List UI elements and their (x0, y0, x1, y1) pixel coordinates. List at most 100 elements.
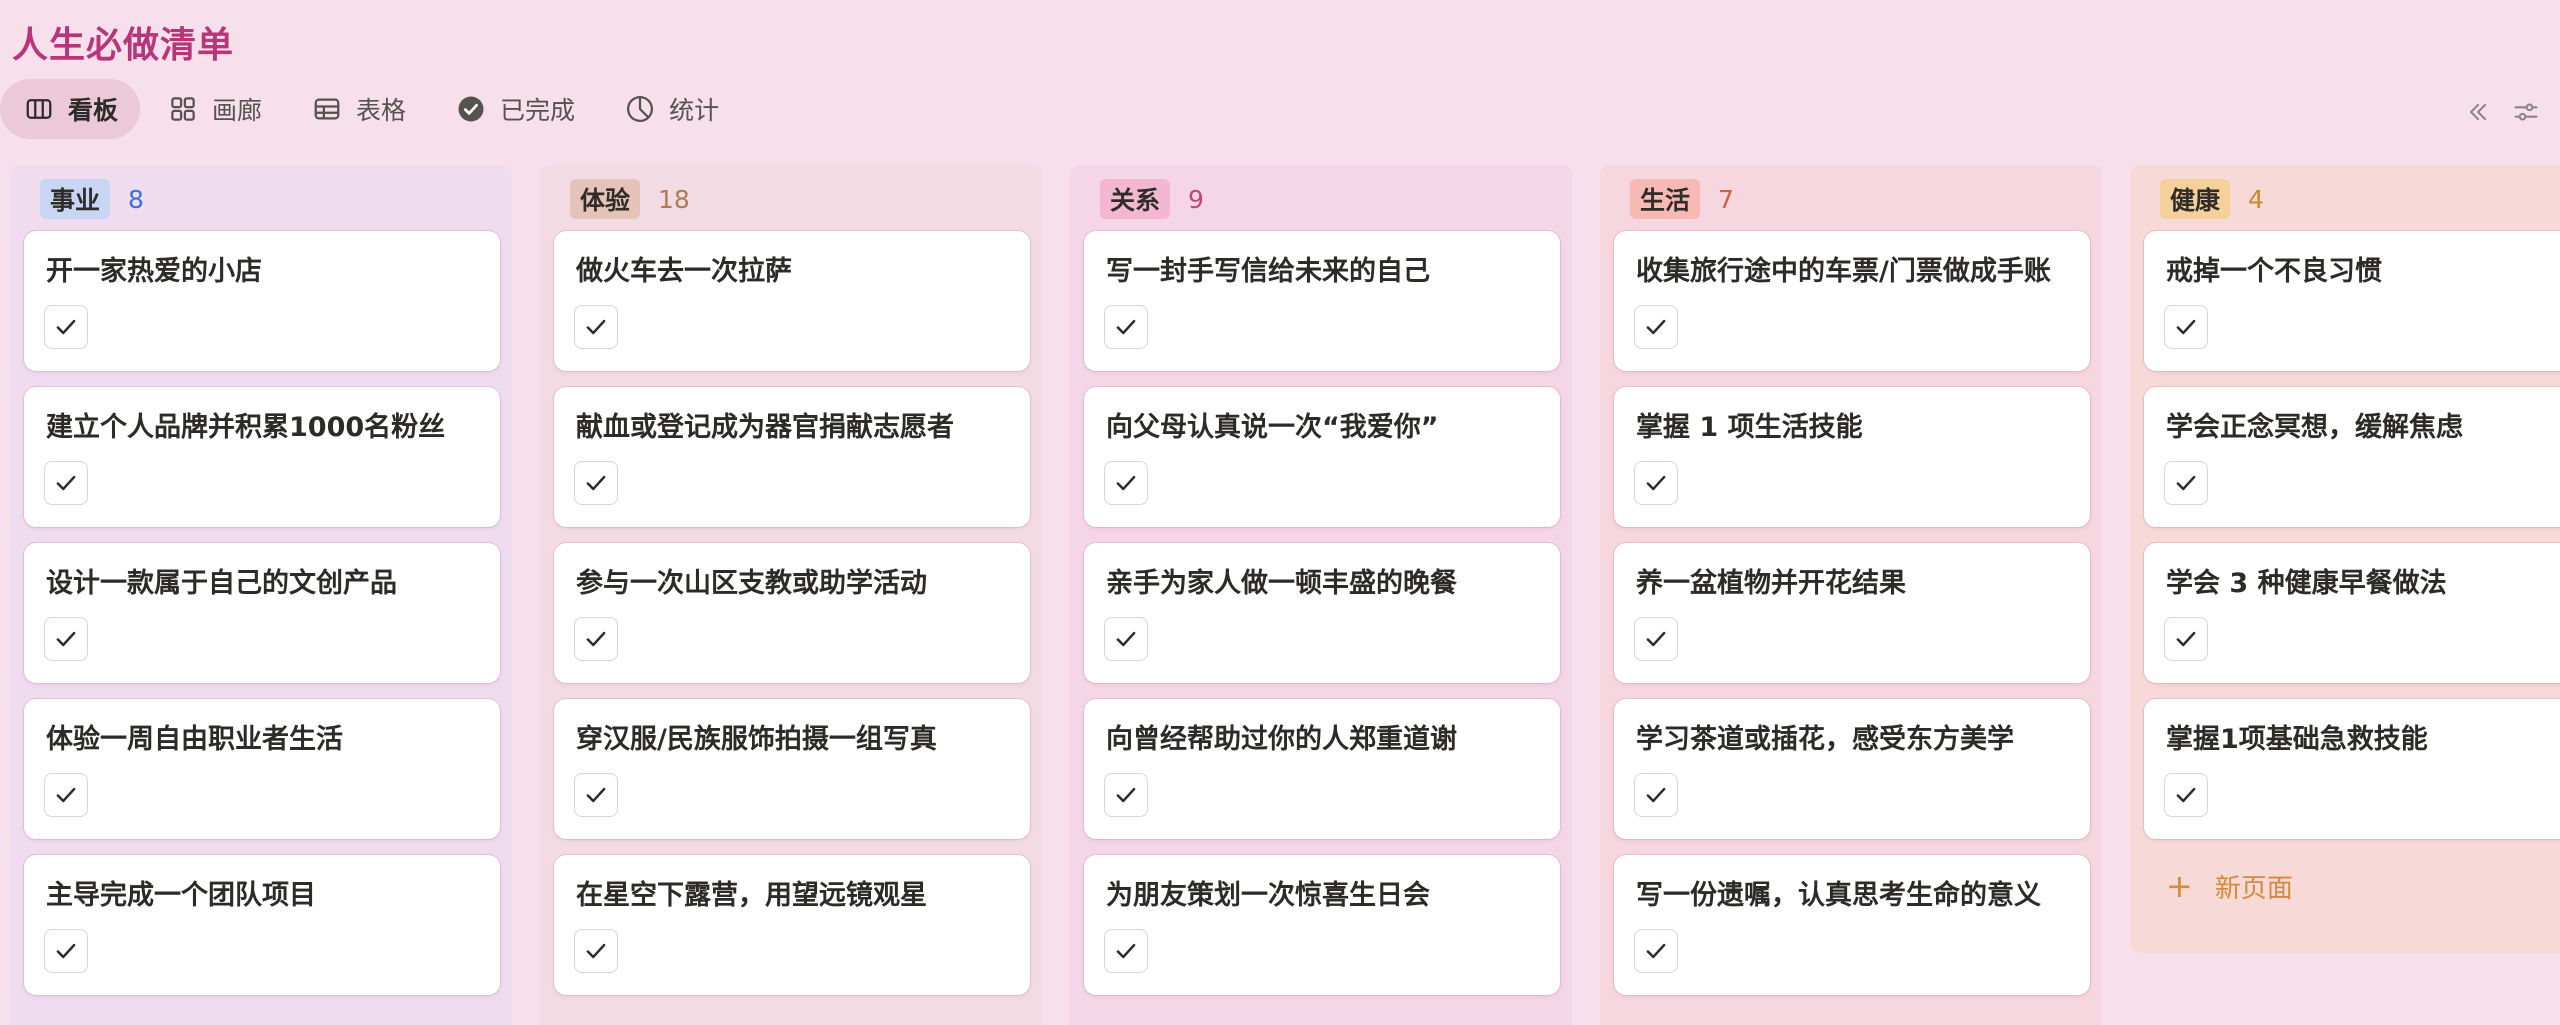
new-page-button[interactable]: + 新页面 (2144, 855, 2560, 917)
column-tag[interactable]: 事业 (40, 179, 111, 219)
task-title: 建立个人品牌并积累1000名粉丝 (46, 412, 446, 443)
task-card[interactable]: 建立个人品牌并积累1000名粉丝 (24, 387, 500, 527)
task-card[interactable]: 收集旅行途中的车票/门票做成手账 (1614, 231, 2090, 371)
checkmark-icon (586, 787, 606, 803)
task-card[interactable]: 学习茶道或插花，感受东方美学 (1614, 699, 2090, 839)
tab-completed[interactable]: 已完成 (432, 79, 597, 139)
task-checkbox[interactable] (1634, 305, 1678, 349)
task-card[interactable]: 主导完成一个团队项目 (24, 855, 500, 995)
task-card[interactable]: 养一盆植物并开花结果 (1614, 543, 2090, 683)
checkmark-icon (2176, 787, 2196, 803)
task-checkbox[interactable] (2164, 305, 2208, 349)
tab-gallery[interactable]: 画廊 (144, 79, 284, 139)
task-card[interactable]: 为朋友策划一次惊喜生日会 (1084, 855, 1560, 995)
checkmark-icon (586, 631, 606, 647)
task-checkbox[interactable] (1104, 617, 1148, 661)
task-card[interactable]: 做火车去一次拉萨 (554, 231, 1030, 371)
task-title: 献血或登记成为器官捐献志愿者 (576, 412, 954, 443)
column-tag[interactable]: 生活 (1630, 179, 1701, 219)
filter-button[interactable] (2502, 92, 2550, 132)
task-checkbox[interactable] (1634, 617, 1678, 661)
page-title: 人生必做清单 (12, 25, 235, 66)
task-title: 开一家热爱的小店 (46, 256, 262, 287)
task-title: 养一盆植物并开花结果 (1636, 568, 1906, 599)
task-checkbox[interactable] (44, 305, 88, 349)
checkmark-icon (1116, 319, 1136, 335)
table-icon (314, 98, 340, 120)
task-card[interactable]: 亲手为家人做一顿丰盛的晚餐 (1084, 543, 1560, 683)
task-title: 做火车去一次拉萨 (576, 256, 792, 287)
task-card[interactable]: 学会正念冥想，缓解焦虑 (2144, 387, 2560, 527)
checkmark-icon (2176, 475, 2196, 491)
checkmark-icon (56, 319, 76, 335)
checkmark-icon (1116, 787, 1136, 803)
task-card[interactable]: 向父母认真说一次“我爱你” (1084, 387, 1560, 527)
tab-stats[interactable]: 统计 (601, 79, 741, 139)
task-card[interactable]: 参与一次山区支教或助学活动 (554, 543, 1030, 683)
checkmark-icon (1116, 631, 1136, 647)
task-checkbox[interactable] (1104, 305, 1148, 349)
checkmark-icon (2176, 319, 2196, 335)
task-card[interactable]: 在星空下露营，用望远镜观星 (554, 855, 1030, 995)
view-toolbar (2454, 92, 2550, 132)
task-card[interactable]: 写一份遗嘱，认真思考生命的意义 (1614, 855, 2090, 995)
task-checkbox[interactable] (574, 305, 618, 349)
task-card[interactable]: 设计一款属于自己的文创产品 (24, 543, 500, 683)
task-checkbox[interactable] (44, 461, 88, 505)
task-checkbox[interactable] (574, 773, 618, 817)
column-tag[interactable]: 关系 (1100, 179, 1171, 219)
task-card[interactable]: 戒掉一个不良习惯 (2144, 231, 2560, 371)
task-checkbox[interactable] (1634, 929, 1678, 973)
task-checkbox[interactable] (2164, 461, 2208, 505)
checkmark-icon (1646, 631, 1666, 647)
task-checkbox[interactable] (1634, 773, 1678, 817)
collapse-double-chevron-icon (2469, 103, 2487, 121)
task-checkbox[interactable] (44, 773, 88, 817)
checkmark-icon (586, 943, 606, 959)
task-checkbox[interactable] (1104, 773, 1148, 817)
task-checkbox[interactable] (1104, 929, 1148, 973)
tab-board-label: 看板 (68, 96, 119, 125)
task-checkbox[interactable] (574, 461, 618, 505)
column-tag[interactable]: 体验 (570, 179, 641, 219)
column-header: 体验 18 (554, 179, 1028, 219)
tab-table[interactable]: 表格 (288, 79, 428, 139)
task-title: 向曾经帮助过你的人郑重道谢 (1106, 724, 1457, 755)
task-card[interactable]: 掌握 1 项生活技能 (1614, 387, 2090, 527)
task-checkbox[interactable] (44, 929, 88, 973)
collapse-button[interactable] (2454, 92, 2502, 132)
task-card[interactable]: 向曾经帮助过你的人郑重道谢 (1084, 699, 1560, 839)
board-column: 体验 18 做火车去一次拉萨献血或登记成为器官捐献志愿者参与一次山区支教或助学活动穿… (540, 165, 1042, 1025)
tab-stats-label: 统计 (669, 96, 720, 125)
task-card[interactable]: 体验一周自由职业者生活 (24, 699, 500, 839)
board-column: 事业 8 开一家热爱的小店 建立个人品牌并积累1000名粉丝 设计一款属于自己的文创产品… (10, 165, 512, 1025)
task-card[interactable]: 穿汉服/民族服饰拍摄一组写真 (554, 699, 1030, 839)
tab-completed-label: 已完成 (500, 96, 576, 125)
task-title: 戒掉一个不良习惯 (2166, 256, 2382, 287)
task-card[interactable]: 学会 3 种健康早餐做法 (2144, 543, 2560, 683)
filter-sliders-icon (2514, 103, 2538, 121)
task-card[interactable]: 掌握1项基础急救技能 (2144, 699, 2560, 839)
task-card[interactable]: 写一封手写信给未来的自己 (1084, 231, 1560, 371)
task-card[interactable]: 献血或登记成为器官捐献志愿者 (554, 387, 1030, 527)
checkmark-icon (1116, 943, 1136, 959)
task-title: 体验一周自由职业者生活 (46, 724, 343, 755)
checkmark-icon (586, 475, 606, 491)
column-tag[interactable]: 健康 (2160, 179, 2231, 219)
task-checkbox[interactable] (44, 617, 88, 661)
task-title: 为朋友策划一次惊喜生日会 (1106, 880, 1430, 911)
task-checkbox[interactable] (2164, 617, 2208, 661)
task-checkbox[interactable] (1104, 461, 1148, 505)
task-checkbox[interactable] (1634, 461, 1678, 505)
column-count: 9 (1188, 184, 1204, 214)
task-card[interactable]: 开一家热爱的小店 (24, 231, 500, 371)
board-column: 生活 7 收集旅行途中的车票/门票做成手账 掌握 1 项生活技能 养一盆植物并开花结果学… (1600, 165, 2102, 1025)
tab-board[interactable]: 看板 (0, 79, 141, 139)
task-checkbox[interactable] (574, 929, 618, 973)
task-title: 写一封手写信给未来的自己 (1106, 256, 1430, 287)
board-column: 关系 9 写一封手写信给未来的自己向父母认真说一次“我爱你” 亲手为家人做一顿丰盛的晚… (1070, 165, 1572, 1025)
task-checkbox[interactable] (574, 617, 618, 661)
task-checkbox[interactable] (2164, 773, 2208, 817)
checkmark-icon (1116, 475, 1136, 491)
task-title: 设计一款属于自己的文创产品 (46, 568, 397, 599)
